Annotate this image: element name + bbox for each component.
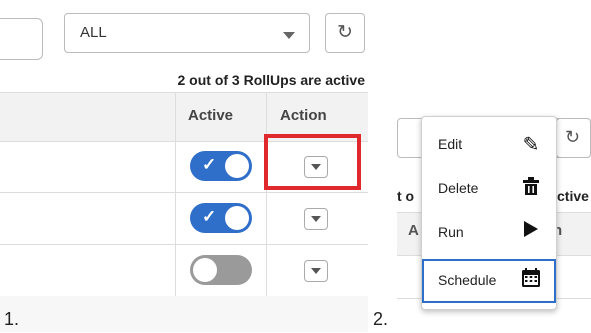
menu-item-edit[interactable]: Edit ✎ [422,123,556,167]
left-control-stub[interactable] [0,18,43,60]
refresh-icon: ↻ [337,22,353,43]
summary-fragment-right: ctive [557,188,589,204]
table-row [0,244,368,297]
column-divider [175,244,176,296]
summary-fragment-left: t o [397,188,415,204]
calendar-icon-svg [522,268,540,287]
column-divider [175,140,176,192]
toggle-knob [193,258,217,282]
active-toggle[interactable]: ✓ [190,151,252,181]
refresh-button-partial[interactable]: ↻ [556,118,591,158]
filter-select-value: ALL [80,24,107,41]
caret-down-icon [311,268,321,274]
check-icon: ✓ [202,155,217,174]
active-toggle[interactable] [190,255,252,285]
action-dropdown-button[interactable] [304,260,328,282]
menu-item-schedule[interactable]: Schedule [422,259,556,303]
action-menu: Edit ✎ Delete Run Schedule [421,116,557,310]
refresh-icon: ↻ [565,127,581,147]
column-header-active: Active [188,107,234,124]
toggle-knob [225,206,249,230]
check-icon: ✓ [202,207,217,226]
active-toggle[interactable]: ✓ [190,203,252,233]
column-divider [175,192,176,244]
trash-icon-svg [523,177,539,195]
toggle-knob [225,154,249,178]
action-highlight-box [264,134,361,190]
menu-item-label: Delete [438,180,479,196]
rollups-table: Active Action ✓ ✓ [0,92,368,332]
header-fragment-left: A [408,222,419,239]
menu-item-label: Schedule [438,272,497,288]
table-footer [0,296,368,332]
play-icon-svg [524,221,538,237]
refresh-button[interactable]: ↻ [325,13,365,53]
column-divider [175,93,176,141]
menu-item-label: Run [438,224,464,240]
trash-icon [520,176,542,202]
calendar-icon [520,268,542,294]
active-summary: 2 out of 3 RollUps are active [177,72,366,88]
column-divider [266,244,267,296]
action-dropdown-button[interactable] [304,208,328,230]
step-label-1: 1. [4,309,20,329]
pencil-icon: ✎ [522,134,540,156]
table-row: ✓ [0,192,368,245]
filter-select[interactable]: ALL [64,13,310,53]
column-header-action: Action [280,107,327,124]
play-icon [520,220,542,244]
step-label-2: 2. [373,309,389,329]
caret-down-icon [311,216,321,222]
menu-item-label: Edit [438,136,463,152]
chevron-down-icon [283,32,295,39]
menu-item-run[interactable]: Run [422,211,556,255]
menu-item-delete[interactable]: Delete [422,167,556,211]
column-divider [266,192,267,244]
